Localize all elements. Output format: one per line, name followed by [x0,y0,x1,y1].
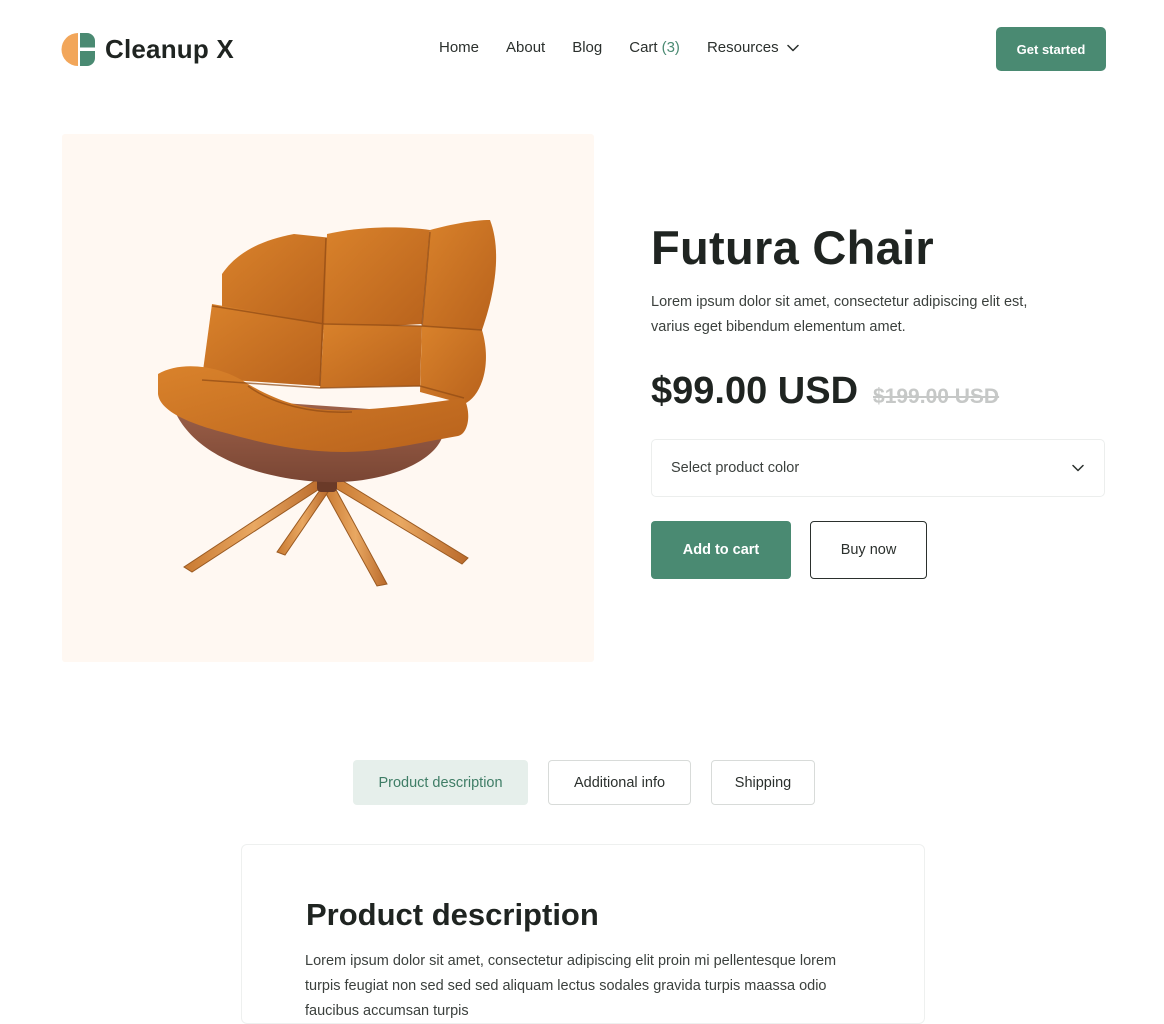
product-image [62,134,594,662]
price-row: $99.00 USD $199.00 USD [651,370,1106,413]
color-select-placeholder: Select product color [671,460,800,476]
product-title: Futura Chair [651,221,935,274]
product-short-description: Lorem ipsum dolor sit amet, consectetur … [651,294,1028,335]
product-description-panel: Product description Lorem ipsum dolor si… [241,844,925,1024]
add-to-cart-button[interactable]: Add to cart [651,521,791,579]
resources-label: Resources [706,39,779,56]
current-price: $99.00 USD [651,370,859,412]
nav-home-link[interactable]: Home [439,39,479,56]
main-nav: Home About Blog Cart (3) Resources [439,39,799,56]
purchase-actions: Add to cart Buy now [651,521,1106,579]
product-color-select[interactable]: Select product color [651,439,1105,497]
logo-mark-icon [61,33,95,66]
cart-count-badge: (3) [661,39,680,56]
cart-label: Cart [629,39,658,56]
brand-logo[interactable]: Cleanup X [61,32,234,67]
nav-about-link[interactable]: About [506,39,545,56]
product-tabs: Product description Additional info Ship… [353,760,815,805]
get-started-button[interactable]: Get started [996,27,1106,71]
chair-illustration [158,220,497,587]
description-heading: Product description [306,897,599,932]
site-header: Cleanup X Home About Blog Cart (3) Resou… [0,0,1164,97]
nav-blog-link[interactable]: Blog [572,39,602,56]
description-body: Lorem ipsum dolor sit amet, consectetur … [305,953,837,1019]
tab-shipping[interactable]: Shipping [711,760,815,805]
chevron-down-icon [1072,464,1084,472]
brand-name: Cleanup X [105,34,234,64]
tab-product-description[interactable]: Product description [353,760,528,805]
product-info: Futura Chair Lorem ipsum dolor sit amet,… [651,222,1106,579]
nav-resources-dropdown[interactable]: Resources [707,39,799,56]
original-price: $199.00 USD [873,385,1000,408]
tab-additional-info[interactable]: Additional info [548,760,691,805]
buy-now-button[interactable]: Buy now [810,521,927,579]
nav-cart-link[interactable]: Cart (3) [629,39,680,56]
chevron-down-icon [786,44,799,51]
